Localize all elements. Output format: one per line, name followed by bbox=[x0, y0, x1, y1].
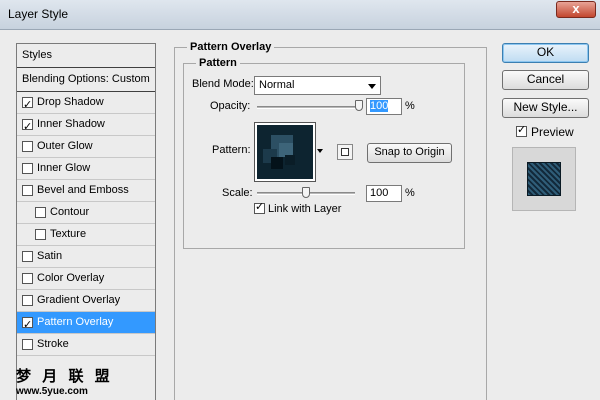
pattern-overlay-checkbox[interactable] bbox=[22, 314, 33, 335]
satin-checkbox[interactable] bbox=[22, 251, 33, 262]
pattern-thumbnail bbox=[257, 125, 313, 179]
style-item-texture[interactable]: Texture bbox=[17, 224, 155, 246]
scale-slider-thumb[interactable] bbox=[302, 187, 310, 198]
scale-label: Scale: bbox=[222, 187, 253, 199]
style-item-gradient-overlay[interactable]: Gradient Overlay bbox=[17, 290, 155, 312]
scale-unit: % bbox=[405, 187, 415, 199]
color-overlay-checkbox[interactable] bbox=[22, 273, 33, 284]
styles-header[interactable]: Styles bbox=[17, 44, 155, 68]
outer-glow-checkbox[interactable] bbox=[22, 141, 33, 152]
contour-checkbox[interactable] bbox=[35, 207, 46, 218]
opacity-input[interactable]: 100 bbox=[366, 98, 402, 115]
ok-button[interactable]: OK bbox=[502, 43, 589, 63]
style-item-inner-shadow[interactable]: Inner Shadow bbox=[17, 114, 155, 137]
opacity-slider-track[interactable] bbox=[257, 106, 359, 109]
gradient-overlay-checkbox[interactable] bbox=[22, 295, 33, 306]
style-item-stroke[interactable]: Stroke bbox=[17, 334, 155, 356]
chevron-down-icon bbox=[368, 84, 376, 89]
styles-list: Styles Blending Options: Custom Drop Sha… bbox=[16, 43, 156, 400]
blending-options-item[interactable]: Blending Options: Custom bbox=[17, 68, 155, 92]
watermark: 梦 月 联 盟 www.5yue.com bbox=[16, 365, 113, 397]
title-bar: Layer Style x bbox=[0, 0, 600, 30]
style-preview bbox=[512, 147, 576, 211]
close-button[interactable]: x bbox=[556, 1, 596, 18]
chevron-down-icon bbox=[317, 149, 323, 153]
opacity-slider-thumb[interactable] bbox=[355, 100, 363, 111]
style-item-bevel-emboss[interactable]: Bevel and Emboss bbox=[17, 180, 155, 202]
pattern-group-title: Pattern bbox=[196, 57, 240, 69]
blend-mode-select[interactable]: Normal bbox=[254, 76, 381, 95]
style-item-contour[interactable]: Contour bbox=[17, 202, 155, 224]
link-with-layer-label: Link with Layer bbox=[268, 203, 342, 215]
preview-label: Preview bbox=[531, 125, 574, 139]
style-item-color-overlay[interactable]: Color Overlay bbox=[17, 268, 155, 290]
link-with-layer-checkbox[interactable] bbox=[254, 200, 265, 214]
opacity-unit: % bbox=[405, 100, 415, 112]
style-item-satin[interactable]: Satin bbox=[17, 246, 155, 268]
style-item-outer-glow[interactable]: Outer Glow bbox=[17, 136, 155, 158]
style-item-inner-glow[interactable]: Inner Glow bbox=[17, 158, 155, 180]
preview-swatch bbox=[527, 162, 561, 196]
pattern-label: Pattern: bbox=[212, 144, 251, 156]
new-preset-button[interactable] bbox=[337, 144, 353, 160]
bevel-emboss-checkbox[interactable] bbox=[22, 185, 33, 196]
opacity-label: Opacity: bbox=[210, 100, 251, 112]
texture-checkbox[interactable] bbox=[35, 229, 46, 240]
section-title: Pattern Overlay bbox=[187, 41, 275, 53]
preview-checkbox[interactable] bbox=[516, 123, 527, 137]
scale-input[interactable]: 100 bbox=[366, 185, 402, 202]
inner-shadow-checkbox[interactable] bbox=[22, 116, 33, 137]
new-style-button[interactable]: New Style... bbox=[502, 98, 589, 118]
drop-shadow-checkbox[interactable] bbox=[22, 94, 33, 115]
stroke-checkbox[interactable] bbox=[22, 339, 33, 350]
blend-mode-label: Blend Mode: bbox=[192, 78, 254, 90]
pattern-picker-arrow[interactable] bbox=[316, 144, 324, 160]
new-preset-icon bbox=[341, 148, 349, 156]
pattern-swatch[interactable] bbox=[254, 122, 316, 182]
style-item-drop-shadow[interactable]: Drop Shadow bbox=[17, 92, 155, 115]
style-item-pattern-overlay[interactable]: Pattern Overlay bbox=[17, 312, 155, 335]
dialog-body: Styles Blending Options: Custom Drop Sha… bbox=[0, 30, 600, 400]
close-icon: x bbox=[572, 1, 580, 16]
snap-to-origin-button[interactable]: Snap to Origin bbox=[367, 143, 452, 163]
watermark-line1: 梦 月 联 盟 bbox=[16, 367, 113, 385]
watermark-line2: www.5yue.com bbox=[16, 386, 88, 397]
inner-glow-checkbox[interactable] bbox=[22, 163, 33, 174]
cancel-button[interactable]: Cancel bbox=[502, 70, 589, 90]
window-title: Layer Style bbox=[8, 7, 69, 21]
